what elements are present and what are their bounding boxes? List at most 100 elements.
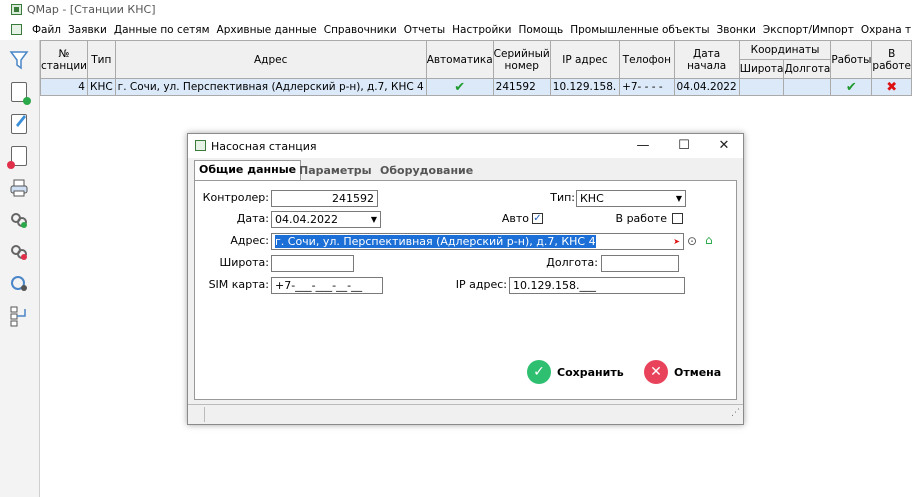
check-icon: ✔ bbox=[830, 78, 873, 96]
menu-directories[interactable]: Справочники bbox=[324, 24, 397, 36]
menu-requests[interactable]: Заявки bbox=[68, 24, 107, 36]
col-header-address[interactable]: Адрес bbox=[114, 40, 427, 79]
mdi-window-icon[interactable] bbox=[11, 24, 22, 35]
menu-network-data[interactable]: Данные по сетям bbox=[114, 24, 210, 36]
col-header-date[interactable]: Дата начала bbox=[673, 40, 740, 79]
col-header-num[interactable]: № станции bbox=[40, 40, 88, 79]
address-value: г. Сочи, ул. Перспективная (Адлерский р-… bbox=[275, 235, 596, 248]
maximize-icon[interactable]: ☐ bbox=[673, 136, 695, 156]
delete-doc-icon[interactable] bbox=[7, 144, 31, 169]
unlink-icon[interactable] bbox=[7, 240, 31, 264]
col-header-auto[interactable]: Автоматика bbox=[425, 40, 494, 79]
cell-ip[interactable]: 10.129.158. bbox=[549, 78, 621, 96]
window-titlebar: QMap - [Станции КНС] bbox=[0, 0, 912, 20]
cell-num[interactable]: 4 bbox=[40, 78, 88, 96]
cell-phone[interactable]: +7- - - - bbox=[619, 78, 675, 96]
ip-label: IP адрес: bbox=[455, 278, 507, 291]
lon-label: Долгота: bbox=[546, 256, 598, 269]
sim-field[interactable]: +7-___-___-__-__ bbox=[271, 277, 383, 294]
cell-lon[interactable] bbox=[783, 78, 832, 96]
cancel-label: Отмена bbox=[674, 365, 722, 379]
chevron-down-icon: ▼ bbox=[675, 194, 682, 203]
cancel-button[interactable]: ✕ Отмена bbox=[644, 359, 721, 385]
window-title: QMap - [Станции КНС] bbox=[27, 3, 156, 16]
map-pin-icon[interactable] bbox=[7, 272, 31, 296]
col-header-coords[interactable]: Координаты bbox=[738, 40, 832, 60]
home-icon[interactable]: ⌂ bbox=[705, 233, 713, 247]
type-value: КНС bbox=[580, 192, 604, 205]
check-icon: ✔ bbox=[425, 78, 494, 96]
col-header-lat[interactable]: Широта bbox=[738, 59, 785, 79]
date-value: 04.04.2022 bbox=[275, 213, 338, 226]
col-header-ip[interactable]: IP адрес bbox=[549, 40, 621, 79]
menu-help[interactable]: Помощь bbox=[518, 24, 563, 36]
menu-reports[interactable]: Отчеты bbox=[404, 24, 445, 36]
app-icon bbox=[11, 4, 22, 15]
tab-general[interactable]: Общие данные bbox=[194, 160, 302, 182]
link-icon[interactable] bbox=[7, 208, 31, 232]
minimize-icon[interactable]: — bbox=[632, 136, 654, 156]
new-doc-icon[interactable] bbox=[7, 80, 31, 105]
tab-parameters[interactable]: Параметры bbox=[295, 162, 376, 180]
menu-export-import[interactable]: Экспорт/Импорт bbox=[763, 24, 854, 36]
col-header-phone[interactable]: Телофон bbox=[619, 40, 675, 79]
menu-industrial[interactable]: Промышленные объекты bbox=[570, 24, 709, 36]
cell-serial[interactable]: 241592 bbox=[492, 78, 551, 96]
dialog-titlebar: Насосная станция — ☐ ✕ bbox=[188, 134, 743, 158]
controller-field[interactable]: 241592 bbox=[271, 190, 378, 207]
ip-field[interactable]: 10.129.158.___ bbox=[509, 277, 685, 294]
tree-icon[interactable] bbox=[7, 304, 31, 328]
lat-field[interactable] bbox=[271, 255, 354, 272]
type-label: Тип: bbox=[550, 191, 575, 204]
type-select[interactable]: КНС ▼ bbox=[576, 190, 686, 207]
col-header-lon[interactable]: Долгота bbox=[783, 59, 832, 79]
date-picker[interactable]: 04.04.2022 ▼ bbox=[271, 211, 381, 228]
cell-type[interactable]: КНС bbox=[86, 78, 116, 96]
auto-checkbox[interactable]: ✓ bbox=[532, 213, 543, 224]
menu-archive[interactable]: Архивные данные bbox=[217, 24, 317, 36]
print-icon[interactable] bbox=[7, 176, 31, 200]
chevron-down-icon: ▼ bbox=[370, 215, 377, 224]
lon-field[interactable] bbox=[601, 255, 679, 272]
save-label: Сохранить bbox=[557, 365, 624, 379]
dialog-app-icon bbox=[195, 140, 206, 151]
in-work-label: В работе bbox=[615, 212, 667, 225]
auto-label: Авто bbox=[501, 212, 529, 225]
cell-lat[interactable] bbox=[738, 78, 785, 96]
address-label: Адрес: bbox=[230, 234, 269, 247]
resize-grip-icon[interactable]: ⋰ bbox=[731, 408, 740, 418]
table-row[interactable]: 4 КНС г. Сочи, ул. Перспективная (Адлерс… bbox=[40, 78, 912, 96]
check-icon: ✓ bbox=[527, 360, 551, 384]
date-label: Дата: bbox=[236, 212, 269, 225]
close-icon[interactable]: ✕ bbox=[713, 136, 735, 156]
dialog-tabs: Общие данные Параметры Оборудование bbox=[188, 158, 743, 182]
dialog-title: Насосная станция bbox=[211, 140, 317, 153]
col-header-works[interactable]: Работы bbox=[830, 40, 873, 79]
lat-label: Широта: bbox=[219, 256, 269, 269]
col-header-serial[interactable]: Серийный номер bbox=[492, 40, 551, 79]
controller-label: Контролер: bbox=[202, 191, 269, 204]
left-toolbar bbox=[0, 40, 40, 497]
edit-icon[interactable] bbox=[7, 112, 31, 136]
menu-calls[interactable]: Звонки bbox=[717, 24, 756, 36]
cell-date[interactable]: 04.04.2022 bbox=[673, 78, 740, 96]
in-work-checkbox[interactable] bbox=[672, 213, 683, 224]
address-field[interactable]: г. Сочи, ул. Перспективная (Адлерский р-… bbox=[271, 233, 684, 250]
menu-labor-safety[interactable]: Охрана труда bbox=[861, 24, 912, 36]
menu-settings[interactable]: Настройки bbox=[452, 24, 511, 36]
menu-bar: Файл Заявки Данные по сетям Архивные дан… bbox=[0, 20, 912, 40]
general-panel: Контролер: 241592 Тип: КНС ▼ Дата: 04.04.… bbox=[194, 180, 737, 400]
statusbar-divider bbox=[204, 407, 205, 422]
pump-station-dialog: Насосная станция — ☐ ✕ Общие данные Пара… bbox=[187, 133, 744, 425]
save-button[interactable]: ✓ Сохранить bbox=[527, 359, 624, 385]
stations-grid: № станции Тип Адрес Автоматика Серийный … bbox=[40, 40, 912, 96]
tab-equipment[interactable]: Оборудование bbox=[376, 162, 477, 180]
close-icon: ✕ bbox=[644, 360, 668, 384]
locate-icon[interactable]: ⊙ bbox=[687, 234, 697, 248]
col-header-in-work[interactable]: В работе bbox=[871, 40, 912, 79]
cell-address[interactable]: г. Сочи, ул. Перспективная (Адлерский р-… bbox=[114, 78, 427, 96]
dialog-statusbar: ⋰ bbox=[188, 404, 743, 424]
menu-file[interactable]: Файл bbox=[32, 24, 61, 36]
col-header-type[interactable]: Тип bbox=[86, 40, 116, 79]
filter-icon[interactable] bbox=[7, 48, 31, 72]
